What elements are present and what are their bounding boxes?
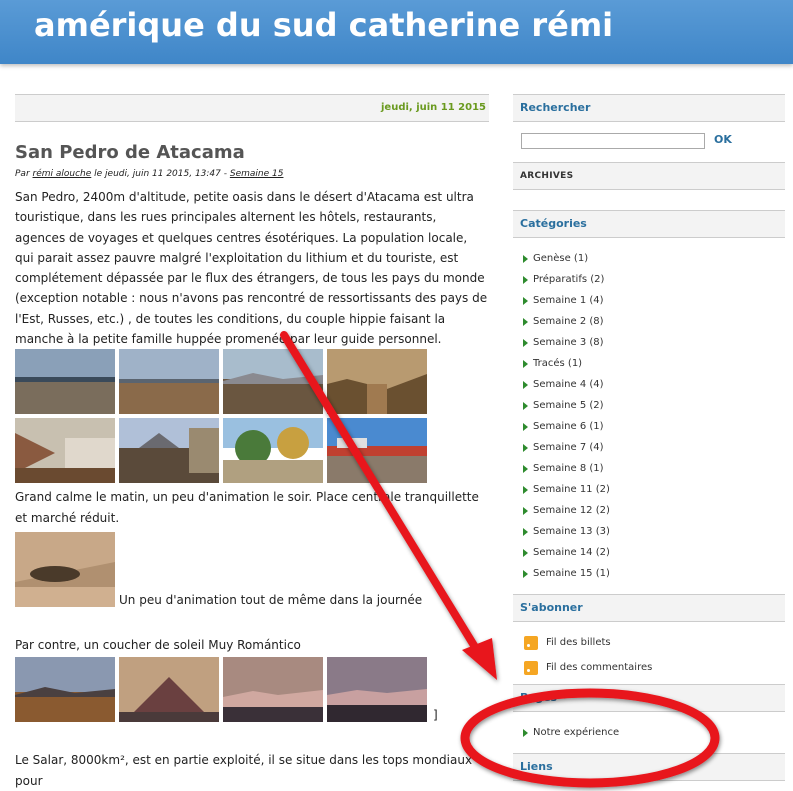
rss-icon	[524, 660, 538, 675]
closing-bracket: ]	[433, 708, 438, 723]
post-paragraph: Grand calme le matin, un peu d'animation…	[15, 490, 479, 525]
feed-list: Fil des billets Fil des commentaires	[513, 622, 785, 684]
author-link[interactable]: rémi alouche	[33, 169, 92, 179]
post-paragraph: Le Salar, 8000km², est en partie exploit…	[15, 753, 473, 788]
triangle-bullet-icon	[523, 443, 528, 452]
post-meta: Par rémi alouche le jeudi, juin 11 2015,…	[15, 169, 489, 179]
category-item[interactable]: Semaine 2 (8)	[523, 311, 785, 332]
triangle-bullet-icon	[523, 338, 528, 347]
category-item[interactable]: Semaine 4 (4)	[523, 374, 785, 395]
sidebar: Rechercher OK ARCHIVES Catégories Genèse…	[513, 94, 785, 781]
category-list: Genèse (1) Préparatifs (2) Semaine 1 (4)…	[513, 238, 785, 594]
category-item[interactable]: Tracés (1)	[523, 353, 785, 374]
search-input[interactable]	[521, 133, 705, 149]
triangle-bullet-icon	[523, 296, 528, 305]
post-title[interactable]: San Pedro de Atacama	[15, 142, 489, 163]
links-title: Liens	[513, 753, 785, 781]
photo-row	[15, 349, 489, 415]
photo-thumbnail[interactable]	[119, 349, 219, 415]
triangle-bullet-icon	[523, 422, 528, 431]
search-title: Rechercher	[513, 94, 785, 122]
post-date: jeudi, juin 11 2015	[15, 94, 489, 122]
meta-middle: le jeudi, juin 11 2015, 13:47 -	[91, 169, 230, 179]
site-header: amérique du sud catherine rémi	[0, 0, 793, 64]
photo-thumbnail[interactable]	[327, 418, 427, 484]
category-link[interactable]: Semaine 15	[230, 169, 284, 179]
category-item[interactable]: Semaine 15 (1)	[523, 563, 785, 584]
category-item[interactable]: Genèse (1)	[523, 248, 785, 269]
post-paragraph: San Pedro, 2400m d'altitude, petite oasi…	[15, 190, 488, 347]
feed-item[interactable]: Fil des commentaires	[513, 655, 785, 680]
triangle-bullet-icon	[523, 275, 528, 284]
photo-thumbnail[interactable]	[119, 418, 219, 484]
photo-thumbnail[interactable]	[327, 349, 427, 415]
photo-caption: Un peu d'animation tout de même dans la …	[119, 592, 423, 607]
meta-prefix: Par	[15, 169, 33, 179]
main-content: jeudi, juin 11 2015 San Pedro de Atacama…	[15, 94, 489, 791]
category-item[interactable]: Préparatifs (2)	[523, 269, 785, 290]
photo-thumbnail[interactable]	[15, 657, 115, 723]
rss-icon	[524, 635, 538, 650]
triangle-bullet-icon	[523, 506, 528, 515]
archives-link[interactable]: ARCHIVES	[513, 162, 785, 190]
triangle-bullet-icon	[523, 527, 528, 536]
triangle-bullet-icon	[523, 254, 528, 263]
pages-list: Notre expérience	[513, 712, 785, 753]
post-body: San Pedro, 2400m d'altitude, petite oasi…	[15, 187, 489, 791]
photo-thumbnail[interactable]	[15, 418, 115, 484]
category-item[interactable]: Semaine 13 (3)	[523, 521, 785, 542]
search-ok-button[interactable]: OK	[714, 133, 732, 146]
feed-item[interactable]: Fil des billets	[513, 630, 785, 655]
photo-thumbnail[interactable]	[15, 531, 115, 607]
subscribe-title: S'abonner	[513, 594, 785, 622]
search-form: OK	[513, 122, 785, 162]
photo-row	[15, 418, 489, 484]
category-item[interactable]: Semaine 6 (1)	[523, 416, 785, 437]
post-paragraph: Par contre, un coucher de soleil Muy Rom…	[15, 637, 301, 652]
photo-thumbnail[interactable]	[223, 418, 323, 484]
photo-thumbnail[interactable]	[223, 657, 323, 723]
triangle-bullet-icon	[523, 359, 528, 368]
photo-with-caption: Un peu d'animation tout de même dans la …	[15, 531, 489, 607]
site-title[interactable]: amérique du sud catherine rémi	[34, 6, 613, 44]
photo-row: ]	[15, 657, 489, 723]
photo-thumbnail[interactable]	[119, 657, 219, 723]
category-item[interactable]: Semaine 5 (2)	[523, 395, 785, 416]
category-item[interactable]: Semaine 8 (1)	[523, 458, 785, 479]
category-item[interactable]: Semaine 1 (4)	[523, 290, 785, 311]
category-item[interactable]: Semaine 3 (8)	[523, 332, 785, 353]
photo-thumbnail[interactable]	[223, 349, 323, 415]
triangle-bullet-icon	[523, 728, 528, 737]
triangle-bullet-icon	[523, 569, 528, 578]
category-item[interactable]: Semaine 11 (2)	[523, 479, 785, 500]
triangle-bullet-icon	[523, 401, 528, 410]
categories-title: Catégories	[513, 210, 785, 238]
triangle-bullet-icon	[523, 380, 528, 389]
photo-thumbnail[interactable]	[327, 657, 427, 723]
triangle-bullet-icon	[523, 548, 528, 557]
triangle-bullet-icon	[523, 317, 528, 326]
category-item[interactable]: Semaine 12 (2)	[523, 500, 785, 521]
page-item[interactable]: Notre expérience	[523, 722, 785, 743]
triangle-bullet-icon	[523, 485, 528, 494]
category-item[interactable]: Semaine 7 (4)	[523, 437, 785, 458]
pages-title: Pages	[513, 684, 785, 712]
triangle-bullet-icon	[523, 464, 528, 473]
photo-thumbnail[interactable]	[15, 349, 115, 415]
category-item[interactable]: Semaine 14 (2)	[523, 542, 785, 563]
